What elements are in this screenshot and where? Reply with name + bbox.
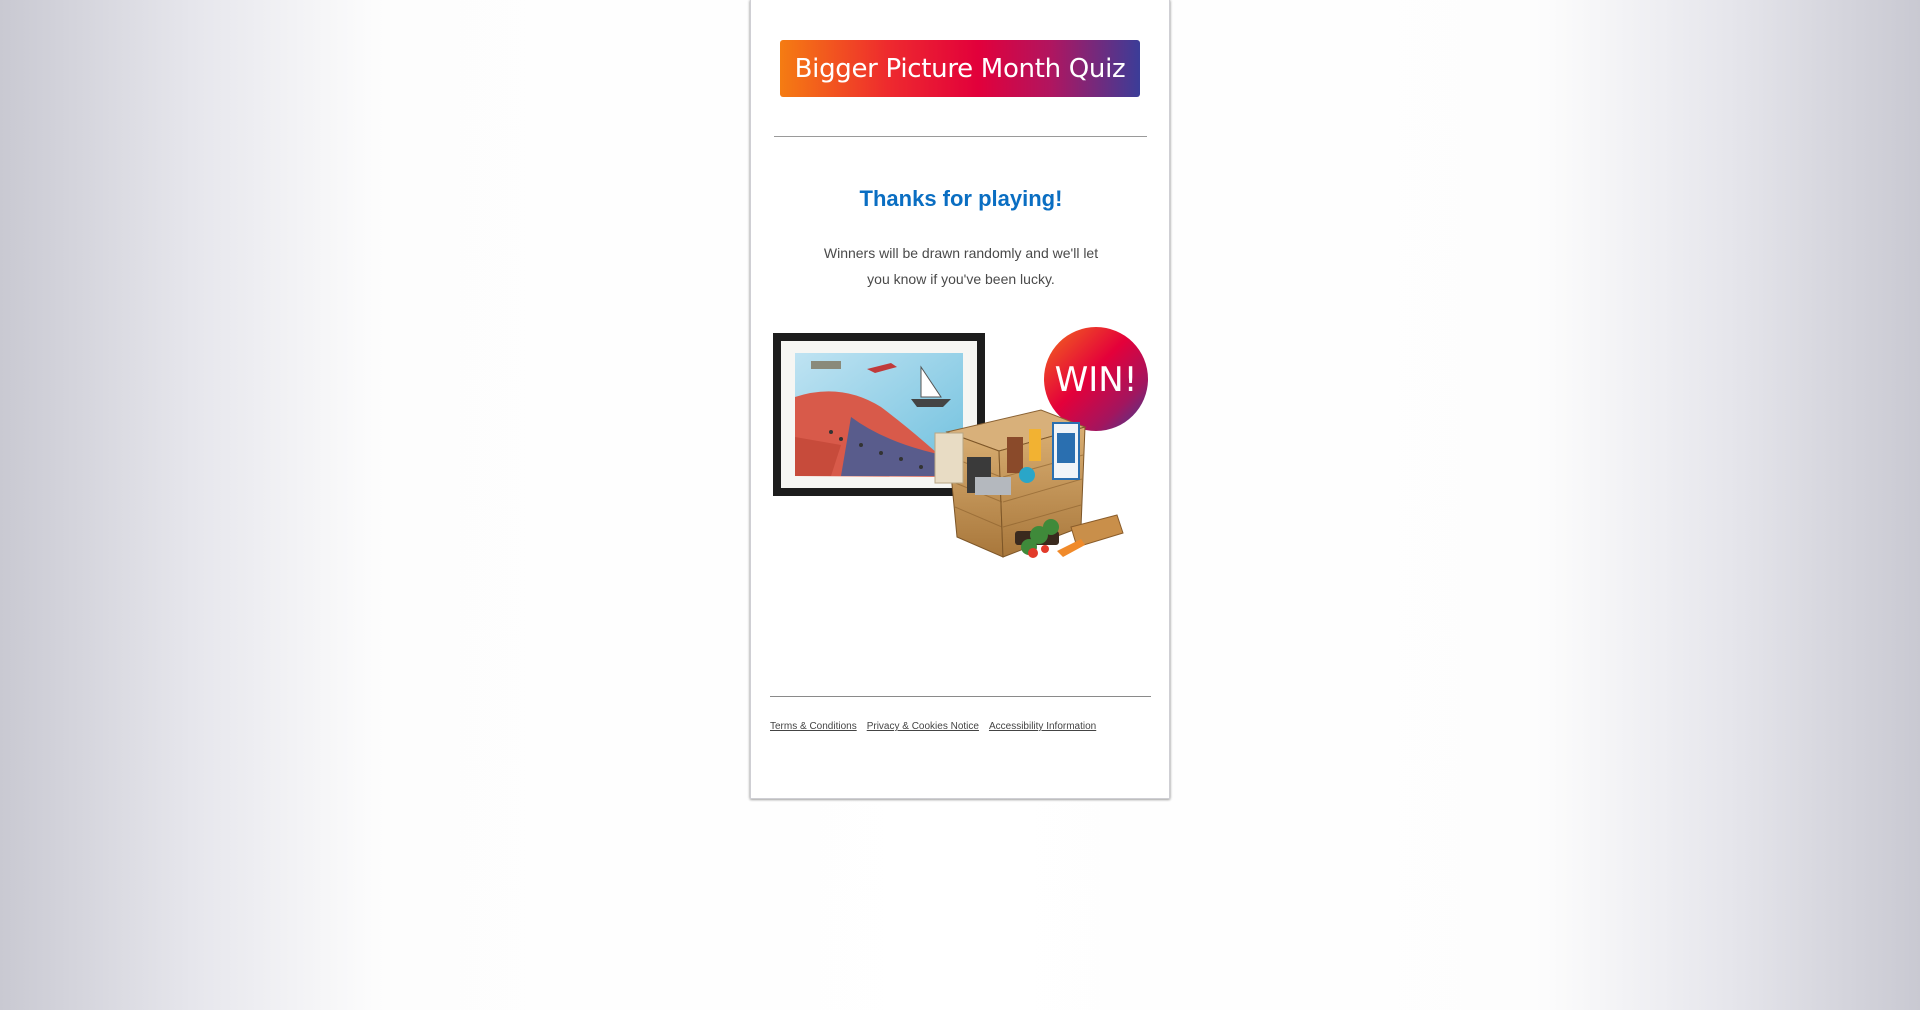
quiz-banner: Bigger Picture Month Quiz: [780, 40, 1140, 97]
divider-bottom: [770, 696, 1151, 697]
privacy-cookies-link[interactable]: Privacy & Cookies Notice: [867, 721, 979, 732]
picnic-hamper: [934, 409, 1124, 558]
thanks-heading: Thanks for playing!: [859, 186, 1063, 211]
result-message-line2: you know if you've been lucky.: [867, 271, 1055, 287]
quiz-card: Bigger Picture Month Quiz Thanks for pla…: [750, 0, 1170, 799]
divider-top: [774, 136, 1147, 137]
accessibility-link[interactable]: Accessibility Information: [989, 721, 1096, 732]
banner-title: Bigger Picture Month Quiz: [794, 53, 1126, 84]
result-message: Winners will be drawn randomly and we'll…: [811, 240, 1111, 292]
footer-links: Terms & Conditions Privacy & Cookies Not…: [770, 721, 1096, 732]
prize-image: WIN!: [773, 327, 1148, 558]
terms-link[interactable]: Terms & Conditions: [770, 721, 857, 732]
win-badge-text: WIN!: [1055, 360, 1138, 400]
result-message-line1: Winners will be drawn randomly and we'll…: [823, 245, 1099, 261]
